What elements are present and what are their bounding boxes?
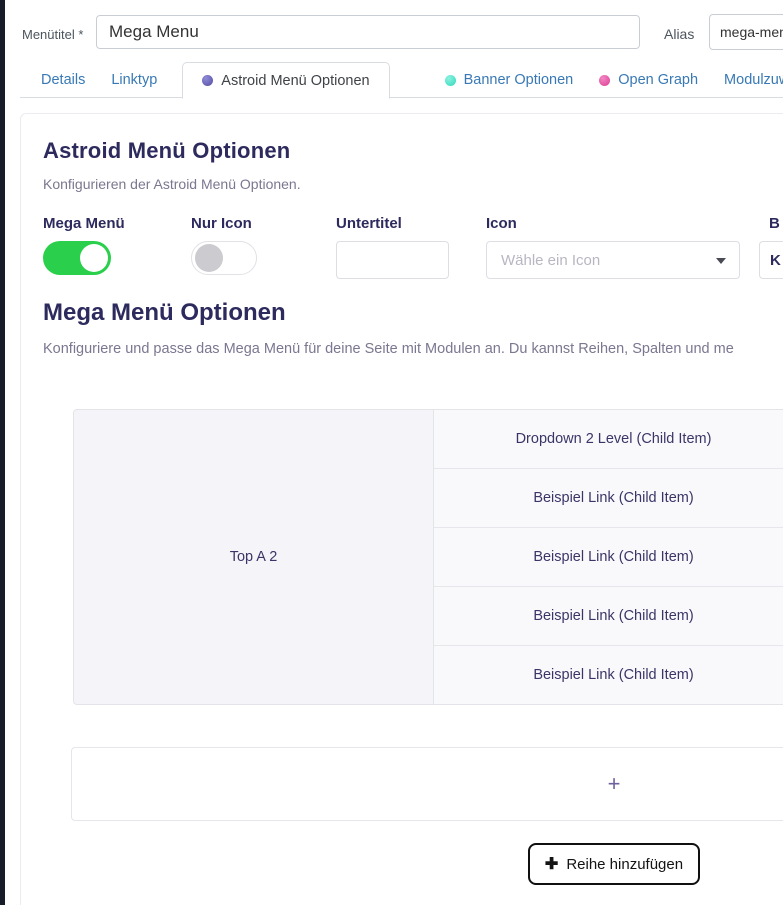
tab-bar: Details Linktyp Astroid Menü Optionen Ba…: [28, 62, 783, 98]
grid-child-row[interactable]: Beispiel Link (Child Item): [434, 587, 783, 646]
grid-child-row[interactable]: Dropdown 2 Level (Child Item): [434, 410, 783, 469]
add-column-dropzone[interactable]: +: [71, 747, 783, 821]
icon-label: Icon: [486, 215, 740, 232]
plus-icon: ✚: [545, 854, 558, 874]
grid-children-column: Dropdown 2 Level (Child Item) Beispiel L…: [434, 409, 783, 705]
mega-menu-toggle[interactable]: [43, 241, 111, 275]
tab-linktyp-label: Linktyp: [111, 72, 157, 88]
mega-menu-grid: Top A 2 Dropdown 2 Level (Child Item) Be…: [73, 409, 783, 705]
section-title-mega-menu: Mega Menü Optionen: [43, 299, 286, 327]
add-row-button[interactable]: ✚ Reihe hinzufügen: [528, 843, 700, 885]
icon-select-placeholder: Wähle ein Icon: [501, 252, 600, 269]
grid-child-row[interactable]: Beispiel Link (Child Item): [434, 528, 783, 587]
tab-modulzuweisung[interactable]: Modulzuweisung: [711, 62, 783, 98]
field-mega-menu: Mega Menü: [43, 215, 125, 275]
grid-parent-cell[interactable]: Top A 2: [73, 409, 434, 705]
add-row-button-label: Reihe hinzufügen: [566, 856, 683, 873]
tab-linktyp[interactable]: Linktyp: [98, 62, 170, 98]
field-nur-icon: Nur Icon: [191, 215, 257, 275]
tab-open-graph-label: Open Graph: [618, 72, 698, 88]
tab-banner-optionen[interactable]: Banner Optionen: [432, 62, 587, 98]
tab-astroid-menu-optionen[interactable]: Astroid Menü Optionen: [182, 62, 389, 99]
tab-astroid-label: Astroid Menü Optionen: [221, 73, 369, 89]
nur-icon-label: Nur Icon: [191, 215, 257, 232]
badge-select[interactable]: K: [759, 241, 783, 279]
icon-select[interactable]: Wähle ein Icon: [486, 241, 740, 279]
menu-title-label: Menütitel *: [22, 27, 83, 42]
tab-modulzuweisung-label: Modulzuweisung: [724, 72, 783, 88]
alias-label: Alias: [664, 26, 694, 42]
tab-details-label: Details: [41, 72, 85, 88]
grid-child-row[interactable]: Beispiel Link (Child Item): [434, 646, 783, 704]
untertitel-input[interactable]: [336, 241, 449, 279]
mega-menu-label: Mega Menü: [43, 215, 125, 232]
tab-details[interactable]: Details: [28, 62, 98, 98]
field-untertitel: Untertitel: [336, 215, 449, 279]
section-title-astroid: Astroid Menü Optionen: [43, 138, 290, 164]
menu-title-input[interactable]: [96, 15, 640, 49]
alias-input[interactable]: [709, 14, 783, 50]
plus-icon: +: [608, 771, 621, 797]
banner-dot-icon: [445, 75, 456, 86]
astroid-options-panel: Astroid Menü Optionen Konfigurieren der …: [20, 113, 783, 905]
astroid-dot-icon: [202, 75, 213, 86]
grid-child-row[interactable]: Beispiel Link (Child Item): [434, 469, 783, 528]
nur-icon-toggle[interactable]: [191, 241, 257, 275]
chevron-down-icon: [716, 258, 726, 264]
section-description-mega-menu: Konfiguriere und passe das Mega Menü für…: [43, 341, 734, 357]
tab-banner-label: Banner Optionen: [464, 72, 574, 88]
tab-open-graph[interactable]: Open Graph: [586, 62, 711, 98]
field-badge-partial: B K: [759, 215, 783, 279]
badge-label: B: [759, 215, 783, 232]
field-icon: Icon Wähle ein Icon: [486, 215, 740, 279]
collapsed-sidebar-edge: [0, 0, 5, 905]
toggle-knob: [195, 244, 223, 272]
untertitel-label: Untertitel: [336, 215, 449, 232]
section-description-astroid: Konfigurieren der Astroid Menü Optionen.: [43, 176, 301, 192]
toggle-knob: [80, 244, 108, 272]
add-row-button-container: ✚ Reihe hinzufügen: [71, 843, 783, 885]
open-graph-dot-icon: [599, 75, 610, 86]
badge-select-value: K: [770, 252, 781, 269]
